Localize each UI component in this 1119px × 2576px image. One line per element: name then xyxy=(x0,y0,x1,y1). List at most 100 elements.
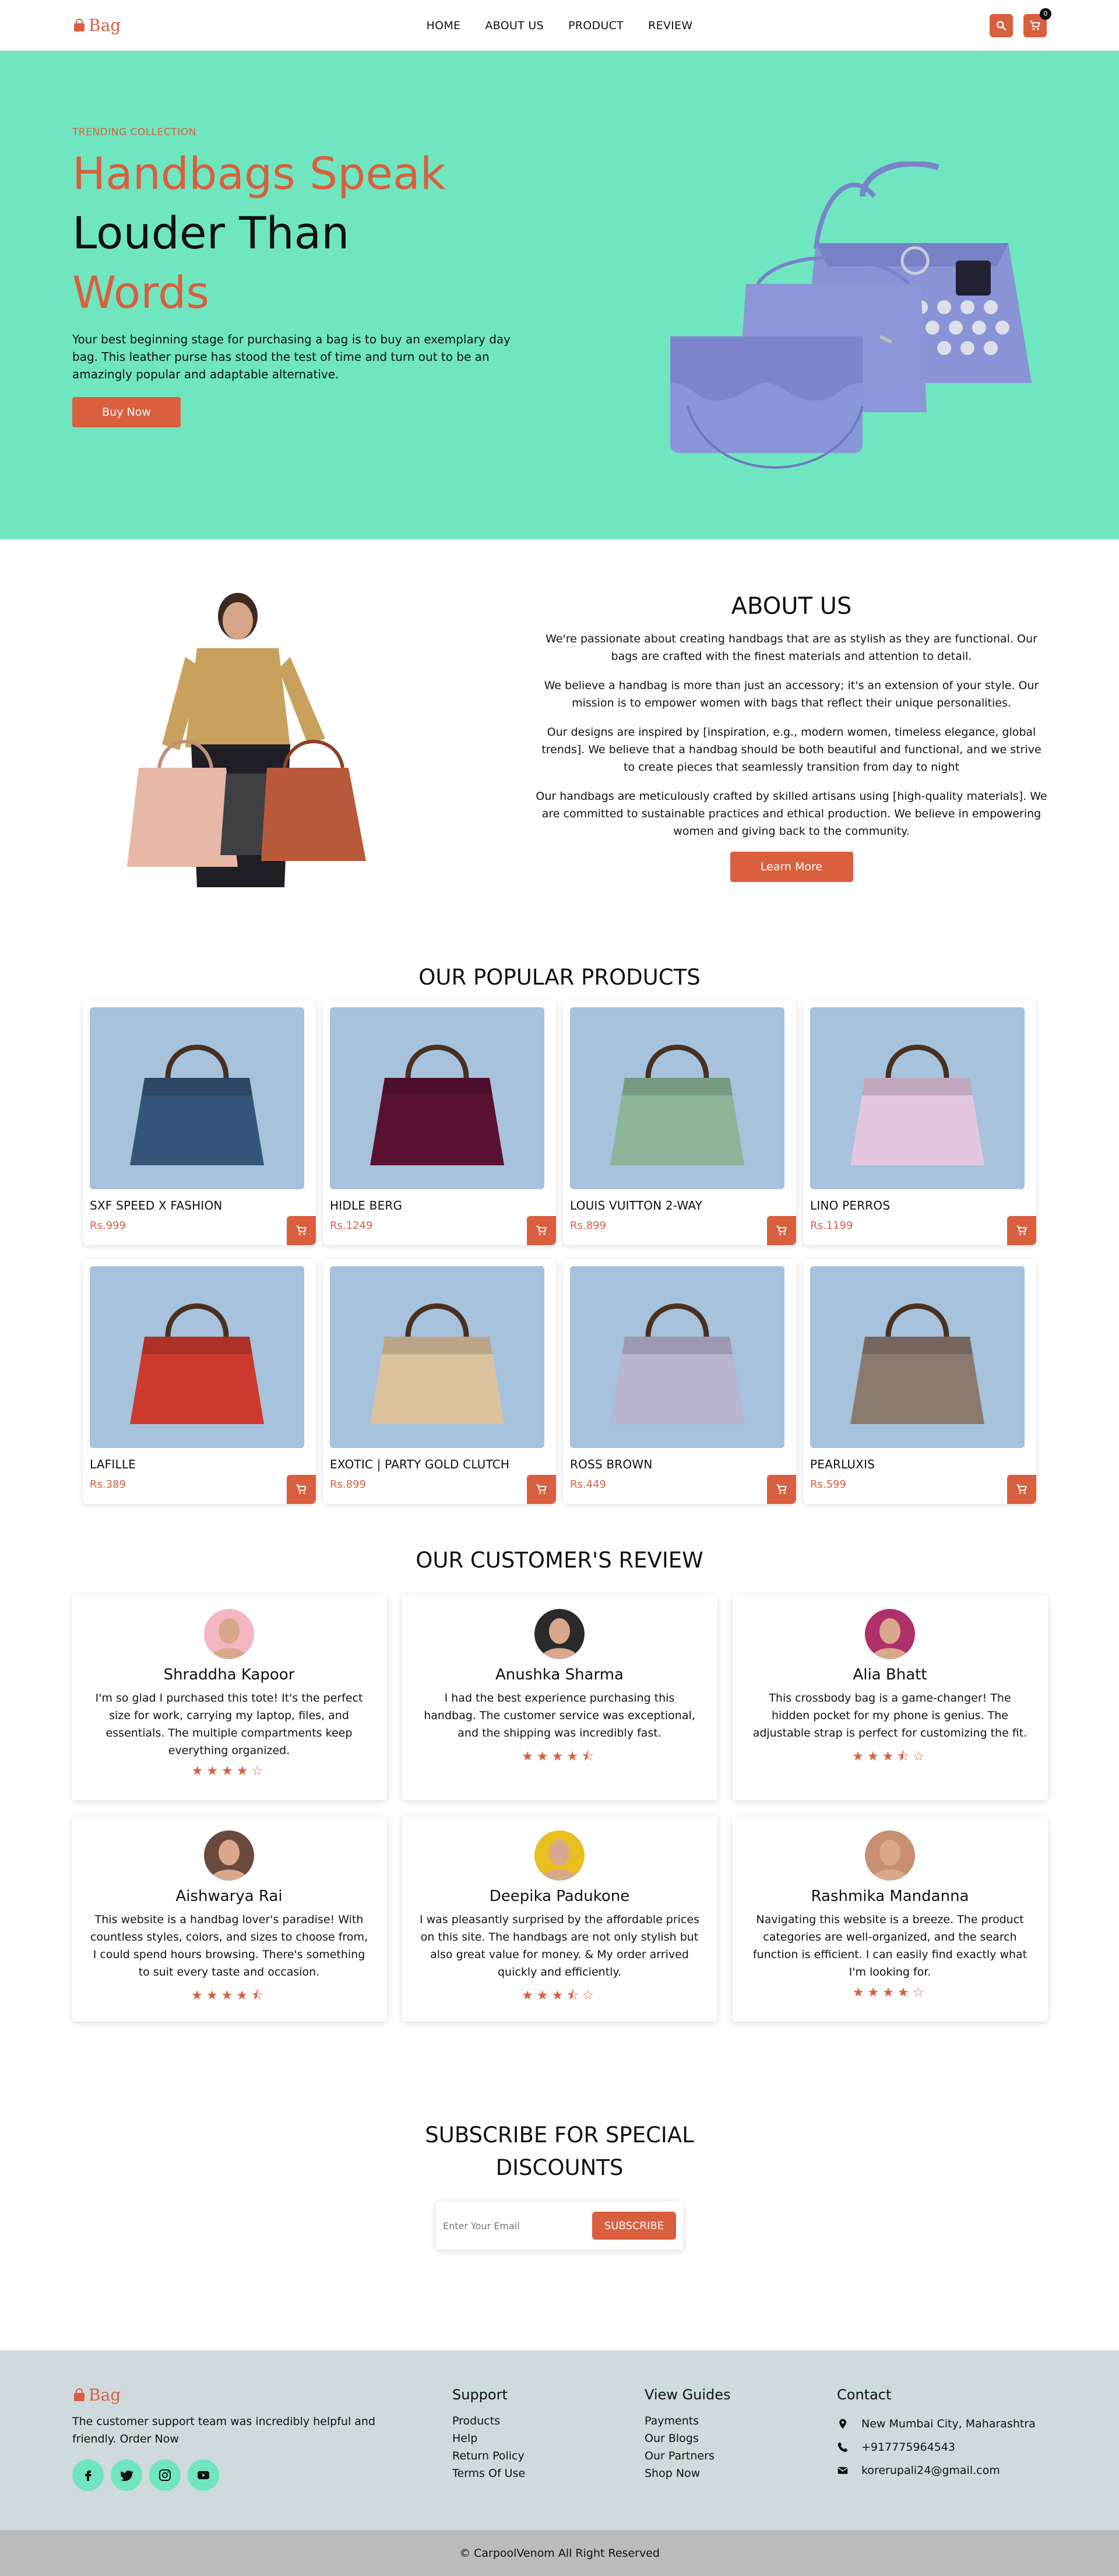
avatar-image xyxy=(204,1830,254,1881)
reviewer-name: Aishwarya Rai xyxy=(175,1888,283,1905)
instagram-link[interactable] xyxy=(149,2459,181,2491)
product-image[interactable] xyxy=(570,1266,784,1448)
reviewer-name: Alia Bhatt xyxy=(853,1666,927,1684)
add-to-cart-button[interactable] xyxy=(1007,1216,1036,1245)
product-card[interactable]: SXF SPEED X FASHION Rs.999 xyxy=(83,1000,316,1245)
location-pin-icon xyxy=(839,2419,846,2429)
add-to-cart-button[interactable] xyxy=(1007,1475,1036,1504)
contact-phone-text[interactable]: +917775964543 xyxy=(861,2436,955,2459)
header-actions: 0 xyxy=(990,8,1051,37)
star-rating: ★★★⯪☆ xyxy=(852,1749,928,1764)
contact-email-text[interactable]: korerupali24@gmail.com xyxy=(861,2459,1000,2482)
review-card: Rashmika Mandanna Navigating this websit… xyxy=(732,1816,1048,2022)
review-text: I was pleasantly surprised by the afford… xyxy=(420,1913,699,1978)
youtube-icon xyxy=(198,2471,209,2479)
learn-more-button[interactable]: Learn More xyxy=(730,852,853,882)
avatar xyxy=(534,1609,585,1659)
avatar-image xyxy=(534,1609,585,1659)
footer-link-shop-now[interactable]: Shop Now xyxy=(645,2465,731,2482)
star-rating: ★★★★⯪ xyxy=(191,1988,267,2003)
nav-about-us[interactable]: ABOUT US xyxy=(485,19,544,32)
product-image[interactable] xyxy=(330,1266,544,1448)
product-image[interactable] xyxy=(90,1007,304,1189)
footer-link-partners[interactable]: Our Partners xyxy=(645,2447,731,2465)
review-text: Navigating this website is a breeze. The… xyxy=(752,1913,1027,1978)
product-card[interactable]: EXOTIC | PARTY GOLD CLUTCH Rs.899 xyxy=(323,1259,556,1504)
avatar-image xyxy=(865,1830,915,1881)
product-card[interactable]: LINO PERROS Rs.1199 xyxy=(803,1000,1036,1245)
cart-icon xyxy=(296,1484,307,1494)
handbag-image xyxy=(370,1303,504,1424)
handbag-image xyxy=(370,1045,504,1165)
product-image[interactable] xyxy=(810,1007,1025,1189)
product-card[interactable]: ROSS BROWN Rs.449 xyxy=(563,1259,796,1504)
search-button[interactable] xyxy=(990,13,1013,37)
about-paragraph-2: We believe a handbag is more than just a… xyxy=(544,679,1039,709)
youtube-link[interactable] xyxy=(188,2459,219,2491)
nav-review[interactable]: REVIEW xyxy=(648,19,692,32)
review-text: I'm so glad I purchased this tote! It's … xyxy=(95,1692,363,1757)
product-name: ROSS BROWN xyxy=(570,1457,653,1471)
avatar-image xyxy=(865,1609,915,1659)
site-footer: Bag The customer support team was incred… xyxy=(0,2350,1119,2530)
email-input[interactable] xyxy=(443,2220,586,2231)
facebook-link[interactable] xyxy=(72,2459,104,2491)
footer-link-return-policy[interactable]: Return Policy xyxy=(452,2447,525,2465)
cart-button[interactable]: 0 xyxy=(1023,8,1051,37)
logo[interactable]: Bag xyxy=(72,16,121,35)
product-price: Rs.1249 xyxy=(330,1220,373,1232)
phone-icon xyxy=(838,2442,848,2452)
contact-email: korerupali24@gmail.com xyxy=(837,2459,1036,2482)
about-paragraph-1: We're passionate about creating handbags… xyxy=(546,632,1037,663)
guides-column: View Guides Payments Our Blogs Our Partn… xyxy=(645,2387,731,2482)
nav-home[interactable]: HOME xyxy=(427,19,461,32)
twitter-icon xyxy=(121,2470,133,2481)
add-to-cart-button[interactable] xyxy=(767,1216,796,1245)
reviewer-name: Rashmika Mandanna xyxy=(811,1888,969,1905)
cart-icon xyxy=(1016,1225,1027,1235)
review-text: This website is a handbag lover's paradi… xyxy=(90,1913,368,1978)
footer-link-help[interactable]: Help xyxy=(452,2430,525,2447)
twitter-link[interactable] xyxy=(111,2459,142,2491)
add-to-cart-button[interactable] xyxy=(527,1475,556,1504)
handbag-image xyxy=(130,1303,264,1424)
hero-section: TRENDING COLLECTION Handbags Speak Loude… xyxy=(0,51,1119,539)
footer-description: The customer support team was incredibly… xyxy=(72,2415,376,2445)
footer-link-payments[interactable]: Payments xyxy=(645,2412,731,2430)
cart-icon xyxy=(1030,20,1040,30)
product-image[interactable] xyxy=(90,1266,304,1448)
product-image[interactable] xyxy=(570,1007,784,1189)
add-to-cart-button[interactable] xyxy=(527,1216,556,1245)
star-rating: ★★★★☆ xyxy=(852,1985,928,2000)
cart-icon xyxy=(1016,1484,1027,1494)
subscribe-button[interactable]: SUBSCRIBE xyxy=(592,2212,676,2240)
search-icon xyxy=(997,20,1007,30)
product-image[interactable] xyxy=(810,1266,1025,1448)
products-title: OUR POPULAR PRODUCTS xyxy=(418,965,701,990)
footer-link-terms[interactable]: Terms Of Use xyxy=(452,2465,525,2482)
about-paragraph-4: Our handbags are meticulously crafted by… xyxy=(536,790,1047,838)
product-card[interactable]: LAFILLE Rs.389 xyxy=(83,1259,316,1504)
support-column: Support Products Help Return Policy Term… xyxy=(452,2387,525,2482)
footer-link-products[interactable]: Products xyxy=(452,2412,525,2430)
review-text: I had the best experience purchasing thi… xyxy=(424,1692,695,1739)
avatar xyxy=(865,1830,915,1881)
facebook-icon xyxy=(85,2470,92,2481)
add-to-cart-button[interactable] xyxy=(287,1216,316,1245)
add-to-cart-button[interactable] xyxy=(287,1475,316,1504)
avatar xyxy=(204,1830,254,1881)
footer-link-blogs[interactable]: Our Blogs xyxy=(645,2430,731,2447)
buy-now-button[interactable]: Buy Now xyxy=(72,397,181,427)
product-card[interactable]: PEARLUXIS Rs.599 xyxy=(803,1259,1036,1504)
bag-logo-icon xyxy=(74,18,85,31)
product-image[interactable] xyxy=(330,1007,544,1189)
handbag-image xyxy=(130,1045,264,1165)
guides-title: View Guides xyxy=(645,2387,731,2403)
product-card[interactable]: HIDLE BERG Rs.1249 xyxy=(323,1000,556,1245)
site-header: Bag HOME ABOUT US PRODUCT REVIEW 0 xyxy=(0,0,1119,51)
product-card[interactable]: LOUIS VUITTON 2-WAY Rs.899 xyxy=(563,1000,796,1245)
star-rating: ★★★★⯪ xyxy=(522,1749,597,1764)
nav-product[interactable]: PRODUCT xyxy=(568,19,624,32)
add-to-cart-button[interactable] xyxy=(767,1475,796,1504)
hero-kicker: TRENDING COLLECTION xyxy=(72,126,196,138)
